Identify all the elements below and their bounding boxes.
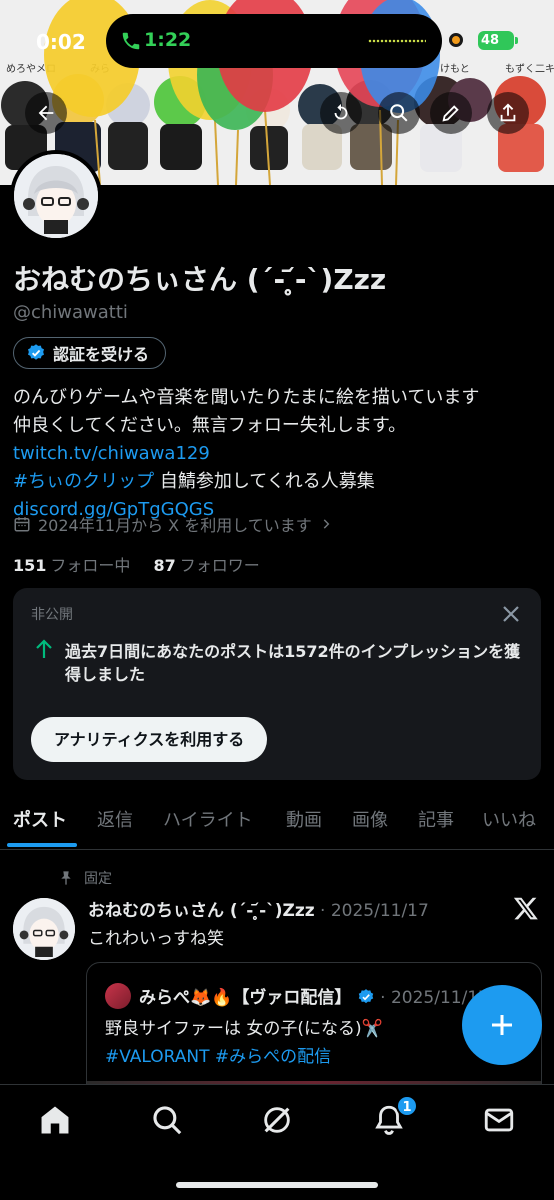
get-verified-button[interactable]: 認証を受ける bbox=[13, 337, 167, 369]
verified-badge-icon bbox=[28, 344, 44, 360]
private-label: 非公開 bbox=[31, 607, 73, 623]
quoted-avatar bbox=[105, 983, 131, 1009]
share-button[interactable] bbox=[487, 92, 529, 134]
audio-wave-icon bbox=[368, 39, 426, 43]
battery-indicator: 48 bbox=[478, 31, 514, 50]
bio-line-1: のんびりゲームや音楽を聞いたりたまに絵を描いています bbox=[13, 387, 480, 408]
tab-likes[interactable]: いいね bbox=[482, 806, 536, 832]
bio-line-2: 仲良くしてください。無言フォロー失礼します。 bbox=[13, 415, 407, 436]
follow-stats: 151 フォロー中 87 フォロワー bbox=[13, 552, 260, 576]
search-icon[interactable] bbox=[150, 1103, 184, 1137]
quoted-author: みらぺ🦊🔥【ヴァロ配信】 bbox=[139, 988, 352, 1008]
home-icon[interactable] bbox=[38, 1103, 72, 1137]
tweet-text: これわいっすね笑 bbox=[88, 929, 224, 949]
quoted-header: みらぺ🦊🔥【ヴァロ配信】 · 2025/11/17 bbox=[139, 983, 489, 1008]
following-count: 151 bbox=[13, 556, 47, 575]
profile-avatar[interactable] bbox=[10, 150, 102, 242]
tab-images[interactable]: 画像 bbox=[352, 806, 388, 832]
x-logo-icon[interactable] bbox=[513, 895, 539, 921]
status-bar: 0:02 1:22 48 bbox=[0, 0, 554, 80]
following-link[interactable]: 151 フォロー中 bbox=[13, 556, 130, 575]
arrow-left-icon bbox=[38, 105, 54, 121]
tab-articles[interactable]: 記事 bbox=[418, 806, 454, 832]
verified-badge-icon bbox=[358, 989, 373, 1004]
battery-tip-icon bbox=[515, 37, 518, 44]
tab-replies[interactable]: 返信 bbox=[97, 806, 133, 832]
back-button[interactable] bbox=[25, 92, 67, 134]
tab-highlights[interactable]: ハイライト bbox=[163, 806, 253, 832]
tweet-author[interactable]: おねむのちぃさん (´- ̥̥᷄-`)Zzz bbox=[88, 901, 315, 921]
close-icon[interactable] bbox=[499, 602, 523, 626]
bio-twitch-link[interactable]: twitch.tv/chiwawa129 bbox=[13, 443, 210, 464]
compose-post-button[interactable] bbox=[462, 985, 542, 1065]
edit-button[interactable] bbox=[430, 92, 472, 134]
followers-count: 87 bbox=[153, 556, 176, 575]
followers-link[interactable]: 87 フォロワー bbox=[154, 556, 260, 575]
phone-icon bbox=[122, 32, 140, 50]
pinned-label: 固定 bbox=[84, 871, 112, 887]
grok-icon[interactable] bbox=[260, 1103, 294, 1137]
avatar-illustration bbox=[14, 154, 98, 238]
notification-badge: 1 bbox=[396, 1095, 418, 1117]
private-analytics-card: 非公開 過去7日間にあなたのポストは1572件のインプレッションを獲得しました … bbox=[13, 588, 541, 780]
calendar-icon bbox=[14, 517, 30, 532]
recording-indicator-icon bbox=[449, 33, 463, 47]
joined-label: 2024年11月から X を利用しています bbox=[38, 516, 312, 535]
share-icon bbox=[500, 103, 516, 122]
bio-hashtag-link[interactable]: #ちぃのクリップ bbox=[13, 471, 154, 492]
arrow-up-icon bbox=[36, 639, 52, 658]
joined-date[interactable]: 2024年11月から X を利用しています bbox=[13, 512, 333, 536]
profile-name: おねむのちぃさん (´- ̥̥᷄-`)Zzz bbox=[13, 263, 387, 296]
quoted-hashtags[interactable]: #VALORANT #みらぺの配信 bbox=[105, 1043, 525, 1071]
profile-handle: @chiwawatti bbox=[13, 302, 128, 323]
search-profile-button[interactable] bbox=[378, 92, 420, 134]
use-analytics-button[interactable]: アナリティクスを利用する bbox=[31, 717, 268, 762]
get-verified-label: 認証を受ける bbox=[53, 345, 150, 364]
chevron-right-icon bbox=[323, 519, 330, 529]
clock: 0:02 bbox=[36, 30, 86, 54]
profile-bio: のんびりゲームや音楽を聞いたりたまに絵を描いています 仲良くしてください。無言フ… bbox=[13, 384, 545, 524]
plus-icon bbox=[492, 1015, 512, 1035]
search-icon bbox=[390, 104, 408, 122]
tab-posts[interactable]: ポスト bbox=[13, 806, 67, 832]
followers-label: フォロワー bbox=[179, 556, 260, 575]
active-tab-indicator bbox=[7, 843, 77, 847]
profile-tabs: ポスト 返信 ハイライト 動画 画像 記事 いいね bbox=[0, 796, 554, 850]
refresh-icon bbox=[334, 103, 348, 120]
pencil-icon bbox=[442, 105, 459, 122]
home-indicator[interactable] bbox=[176, 1182, 378, 1188]
bio-line-3: 自鯖参加してくれる人募集 bbox=[154, 471, 375, 492]
tweet-avatar-illustration bbox=[13, 898, 75, 960]
impressions-message: 過去7日間にあなたのポストは1572件のインプレッションを獲得しました bbox=[65, 642, 521, 684]
tweet-header: おねむのちぃさん (´- ̥̥᷄-`)Zzz · 2025/11/17 bbox=[88, 896, 429, 921]
pin-icon bbox=[61, 871, 71, 885]
refresh-button[interactable] bbox=[320, 92, 362, 134]
tab-videos[interactable]: 動画 bbox=[286, 806, 322, 832]
pinned-indicator: 固定 bbox=[58, 868, 112, 888]
following-label: フォロー中 bbox=[50, 556, 131, 575]
messages-mail-icon[interactable] bbox=[482, 1103, 516, 1137]
battery-level: 48 bbox=[481, 33, 500, 48]
call-duration: 1:22 bbox=[144, 29, 192, 51]
tweet-avatar[interactable] bbox=[13, 898, 75, 960]
dynamic-island[interactable]: 1:22 bbox=[106, 14, 442, 68]
tweet-date[interactable]: · 2025/11/17 bbox=[320, 901, 429, 921]
